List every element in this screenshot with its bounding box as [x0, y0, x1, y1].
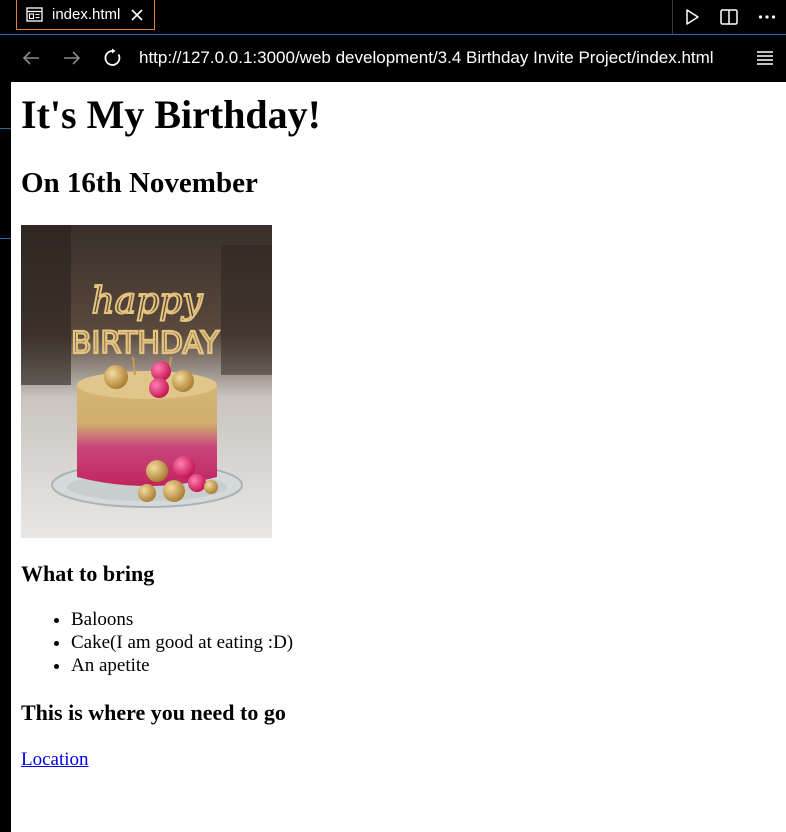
- location-paragraph: Location: [21, 748, 776, 771]
- back-arrow-icon[interactable]: [20, 47, 42, 69]
- editor-tab-bar: index.html: [0, 0, 786, 35]
- list-item: An apetite: [71, 654, 776, 677]
- bring-list: Baloons Cake(I am good at eating :D) An …: [21, 608, 776, 677]
- tab-label: index.html: [52, 6, 121, 23]
- preview-icon: [26, 7, 44, 23]
- menu-icon[interactable]: [756, 49, 774, 67]
- split-editor-icon[interactable]: [719, 7, 739, 27]
- svg-text:happy: happy: [91, 281, 203, 322]
- where-to-go-heading: This is where you need to go: [21, 700, 286, 725]
- svg-text:BIRTHDAY: BIRTHDAY: [71, 326, 220, 361]
- browser-nav-bar: http://127.0.0.1:3000/web development/3.…: [0, 35, 786, 82]
- reload-icon[interactable]: [102, 47, 124, 69]
- birthday-cake-image: happy BIRTHDAY: [21, 225, 272, 538]
- close-icon[interactable]: [130, 8, 144, 22]
- gutter-divider: [0, 128, 11, 129]
- more-actions-icon[interactable]: [757, 7, 777, 27]
- location-link[interactable]: Location: [21, 749, 89, 770]
- page-title: It's My Birthday!: [21, 92, 321, 137]
- list-item: Cake(I am good at eating :D): [71, 631, 776, 654]
- what-to-bring-heading: What to bring: [21, 561, 155, 586]
- editor-actions: [672, 0, 786, 34]
- page-content: It's My Birthday! On 16th November happy…: [11, 92, 786, 771]
- address-bar[interactable]: http://127.0.0.1:3000/web development/3.…: [139, 48, 714, 68]
- gutter-divider: [0, 238, 11, 239]
- tab-index-html[interactable]: index.html: [16, 0, 155, 30]
- play-icon[interactable]: [682, 7, 702, 27]
- editor-gutter: [0, 82, 11, 832]
- page-viewport: It's My Birthday! On 16th November happy…: [11, 82, 786, 832]
- forward-arrow-icon[interactable]: [61, 47, 83, 69]
- list-item: Baloons: [71, 608, 776, 631]
- birthday-date: On 16th November: [21, 167, 258, 199]
